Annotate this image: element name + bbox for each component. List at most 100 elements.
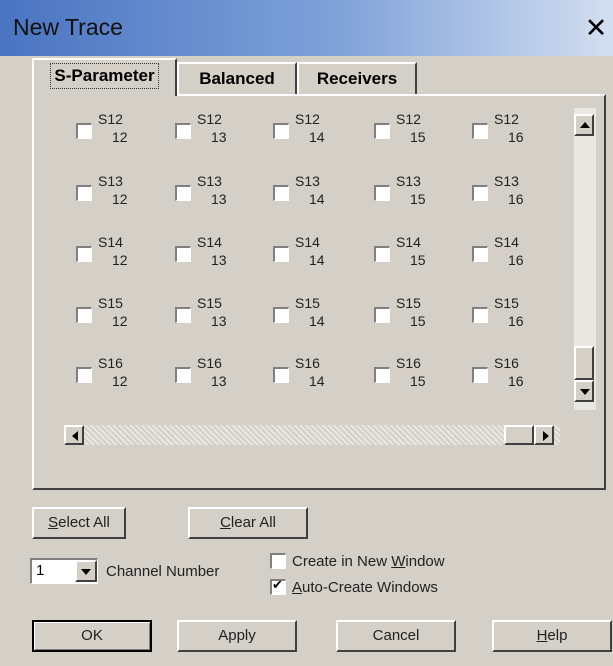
sparam-sublabel: 14 <box>309 313 325 329</box>
sparam-sublabel: 12 <box>112 313 128 329</box>
scroll-thumb[interactable] <box>574 346 594 380</box>
sparam-checkbox-cell[interactable]: S15 14 <box>273 295 363 341</box>
horizontal-scrollbar[interactable] <box>64 425 560 445</box>
sparam-checkbox[interactable] <box>472 367 488 383</box>
sparam-checkbox[interactable] <box>374 246 390 262</box>
horizontal-scroll-thumb[interactable] <box>504 425 534 445</box>
sparam-checkbox[interactable] <box>175 367 191 383</box>
select-all-label-post: elect All <box>58 514 110 531</box>
sparam-checkbox[interactable] <box>374 367 390 383</box>
sparam-checkbox-cell[interactable]: S12 12 <box>76 111 166 157</box>
sparam-label: S13 <box>295 173 320 189</box>
sparam-checkbox[interactable] <box>76 246 92 262</box>
tab-balanced[interactable]: Balanced <box>177 62 297 94</box>
create-new-window-label-pre: Create in New <box>292 553 392 570</box>
sparam-checkbox[interactable] <box>76 367 92 383</box>
scroll-left-button[interactable] <box>64 425 84 445</box>
apply-button[interactable]: Apply <box>177 620 297 652</box>
sparam-checkbox-cell[interactable]: S15 12 <box>76 295 166 341</box>
sparam-checkbox-cell[interactable]: S14 13 <box>175 234 265 280</box>
clear-all-label-post: lear All <box>230 514 276 531</box>
sparam-checkbox[interactable] <box>472 246 488 262</box>
sparam-checkbox-cell[interactable]: S16 15 <box>374 355 464 401</box>
sparam-sublabel: 12 <box>112 373 128 389</box>
sparam-sublabel: 16 <box>508 252 524 268</box>
scroll-right-button[interactable] <box>534 425 554 445</box>
sparam-checkbox-cell[interactable]: S13 16 <box>472 173 562 219</box>
sparam-sublabel: 13 <box>211 252 227 268</box>
tab-receivers[interactable]: Receivers <box>297 62 417 94</box>
scroll-down-button[interactable] <box>574 380 594 402</box>
sparam-checkbox-cell[interactable]: S14 12 <box>76 234 166 280</box>
sparam-checkbox-cell[interactable]: S15 13 <box>175 295 265 341</box>
sparam-checkbox[interactable] <box>472 123 488 139</box>
checkmark-icon: ✔ <box>272 578 283 593</box>
sparam-checkbox[interactable] <box>273 307 289 323</box>
sparam-checkbox-cell[interactable]: S16 14 <box>273 355 363 401</box>
close-icon[interactable]: ✕ <box>582 14 610 44</box>
create-new-window-checkbox[interactable] <box>270 553 286 569</box>
sparam-checkbox[interactable] <box>273 123 289 139</box>
sparam-checkbox[interactable] <box>76 185 92 201</box>
sparam-checkbox-cell[interactable]: S13 15 <box>374 173 464 219</box>
sparam-sublabel: 13 <box>211 129 227 145</box>
sparam-checkbox-cell[interactable]: S13 14 <box>273 173 363 219</box>
select-all-button[interactable]: Select All <box>32 507 126 539</box>
clear-all-button[interactable]: Clear All <box>188 507 308 539</box>
sparam-sublabel: 13 <box>211 191 227 207</box>
scroll-up-button[interactable] <box>574 114 594 136</box>
sparam-checkbox-cell[interactable]: S15 15 <box>374 295 464 341</box>
sparam-sublabel: 13 <box>211 373 227 389</box>
sparam-checkbox[interactable] <box>273 367 289 383</box>
sparam-checkbox[interactable] <box>175 185 191 201</box>
sparam-checkbox-cell[interactable]: S12 16 <box>472 111 562 157</box>
sparam-checkbox-cell[interactable]: S12 14 <box>273 111 363 157</box>
sparam-checkbox-cell[interactable]: S14 14 <box>273 234 363 280</box>
sparam-checkbox-cell[interactable]: S12 13 <box>175 111 265 157</box>
sparam-checkbox[interactable] <box>374 123 390 139</box>
sparam-checkbox-cell[interactable]: S13 13 <box>175 173 265 219</box>
sparam-label: S12 <box>98 111 123 127</box>
auto-create-label-post: uto-Create Windows <box>302 579 438 596</box>
cancel-button[interactable]: Cancel <box>336 620 456 652</box>
sparam-sublabel: 15 <box>410 313 426 329</box>
auto-create-windows-label: Auto-Create Windows <box>292 579 438 596</box>
clear-all-accesskey: C <box>220 514 231 531</box>
sparam-checkbox[interactable] <box>175 123 191 139</box>
help-button[interactable]: Help <box>492 620 612 652</box>
channel-number-value: 1 <box>36 562 45 579</box>
sparam-checkbox[interactable] <box>175 307 191 323</box>
ok-button[interactable]: OK <box>32 620 152 652</box>
channel-dropdown-button[interactable] <box>75 560 97 582</box>
sparam-checkbox-cell[interactable]: S14 16 <box>472 234 562 280</box>
sparam-label: S13 <box>494 173 519 189</box>
auto-create-accesskey: A <box>292 579 303 596</box>
sparam-checkbox[interactable] <box>472 185 488 201</box>
sparam-checkbox[interactable] <box>273 185 289 201</box>
sparam-checkbox-cell[interactable]: S16 13 <box>175 355 265 401</box>
sparam-checkbox-cell[interactable]: S14 15 <box>374 234 464 280</box>
auto-create-windows-checkbox[interactable]: ✔ <box>270 578 286 595</box>
sparam-checkbox[interactable] <box>374 307 390 323</box>
tab-s-parameter[interactable]: S-Parameter <box>32 58 177 96</box>
sparam-checkbox[interactable] <box>374 185 390 201</box>
arrow-right-icon <box>543 431 549 441</box>
sparam-sublabel: 13 <box>211 313 227 329</box>
channel-number-select[interactable]: 1 <box>30 558 98 584</box>
sparam-checkbox[interactable] <box>76 123 92 139</box>
sparam-checkbox-cell[interactable]: S13 12 <box>76 173 166 219</box>
sparam-label: S15 <box>396 295 421 311</box>
sparam-checkbox-cell[interactable]: S16 12 <box>76 355 166 401</box>
sparam-checkbox-cell[interactable]: S15 16 <box>472 295 562 341</box>
vertical-scrollbar[interactable] <box>574 108 596 410</box>
sparam-checkbox[interactable] <box>76 307 92 323</box>
sparam-checkbox[interactable] <box>273 246 289 262</box>
sparam-checkbox-cell[interactable]: S12 15 <box>374 111 464 157</box>
sparam-label: S12 <box>197 111 222 127</box>
channel-number-label: Channel Number <box>106 563 220 580</box>
select-all-accesskey: S <box>48 514 59 531</box>
create-new-window-label: Create in New Window <box>292 553 445 570</box>
sparam-checkbox[interactable] <box>175 246 191 262</box>
sparam-checkbox[interactable] <box>472 307 488 323</box>
sparam-checkbox-cell[interactable]: S16 16 <box>472 355 562 401</box>
